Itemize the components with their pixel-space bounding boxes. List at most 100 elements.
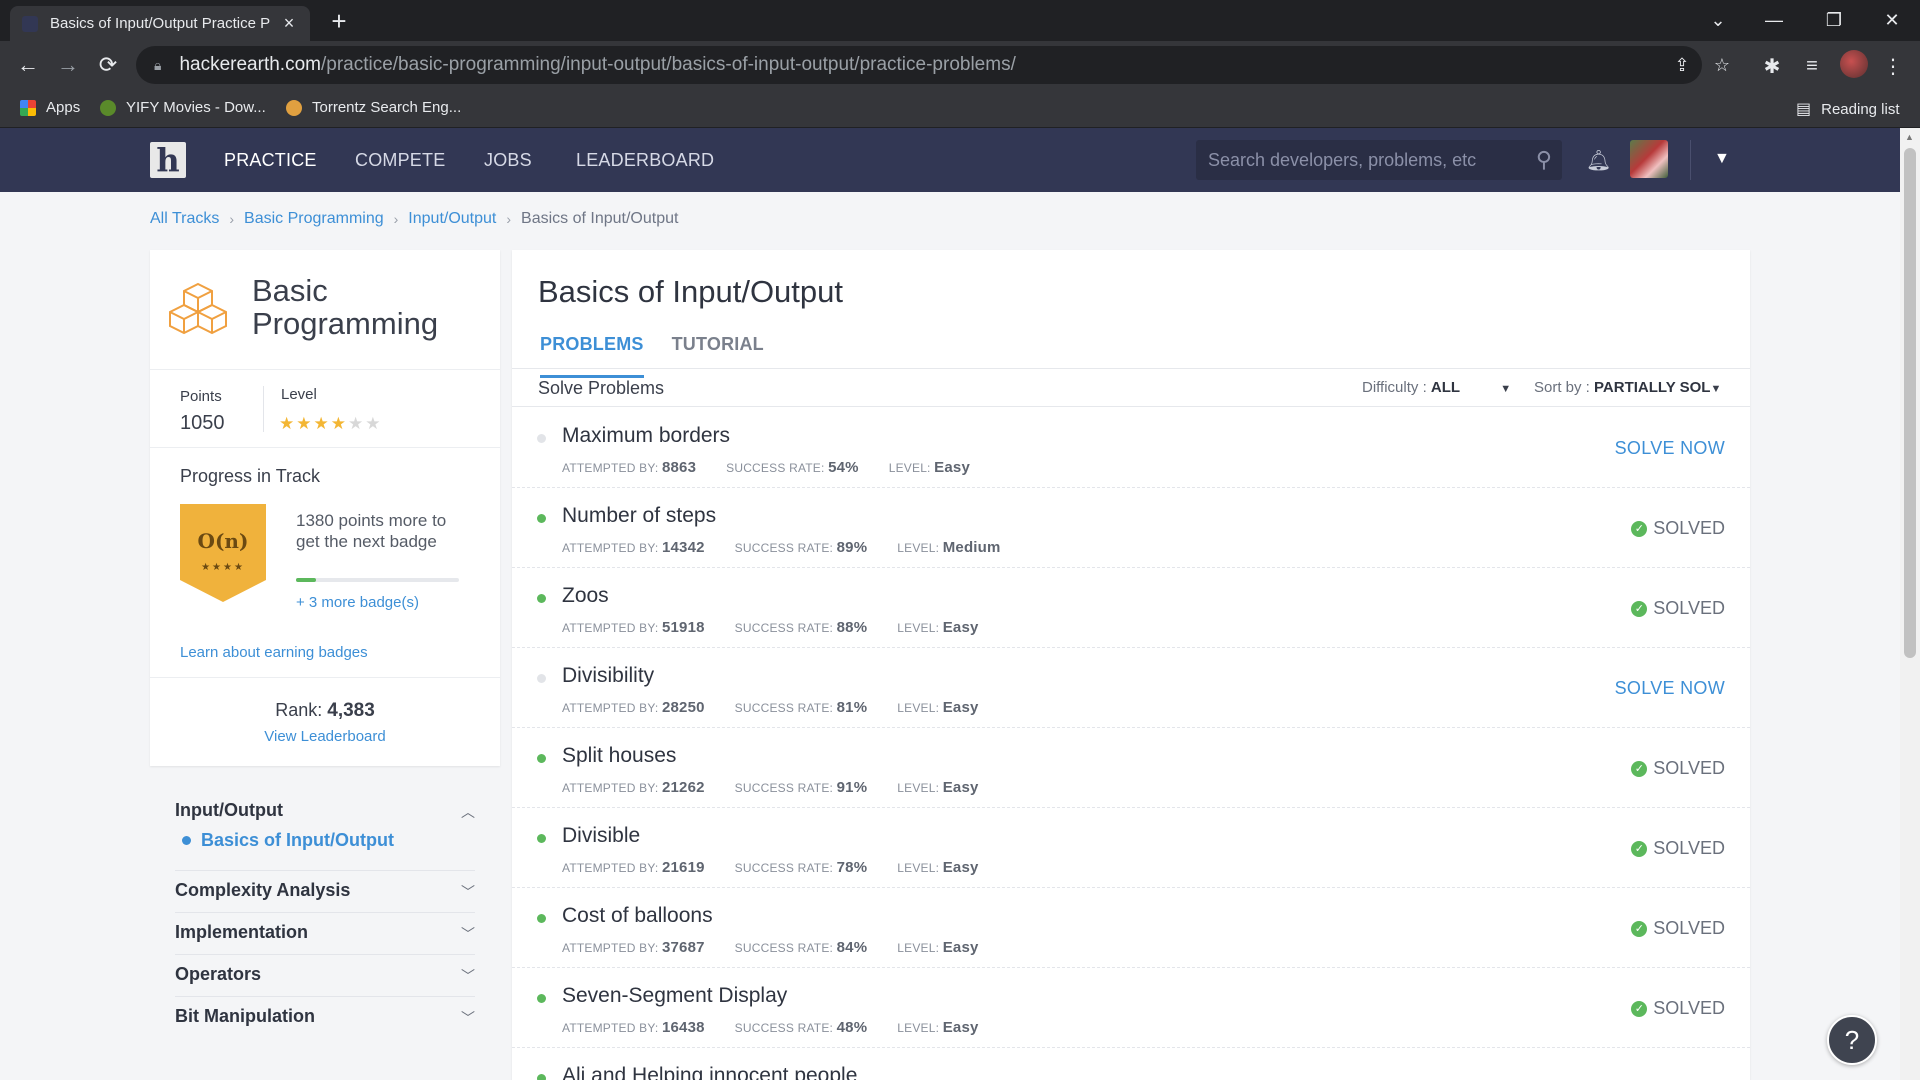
nav-leaderboard[interactable]: LEADERBOARD bbox=[576, 150, 714, 171]
problem-title[interactable]: Cost of balloons bbox=[562, 904, 713, 928]
extensions-icon[interactable]: ✱ bbox=[1759, 53, 1785, 79]
problem-title[interactable]: Divisible bbox=[562, 824, 640, 848]
back-button[interactable]: ← bbox=[12, 49, 44, 81]
attempted-value: 28250 bbox=[661, 699, 705, 716]
restore-button[interactable]: ❐ bbox=[1806, 0, 1862, 41]
solve-now-button[interactable]: SOLVE NOW bbox=[1615, 678, 1725, 699]
rank-text: Rank: 4,383 bbox=[150, 700, 500, 722]
problem-row[interactable]: Seven-Segment Display ATTEMPTED BY: 16438… bbox=[512, 968, 1750, 1048]
bookmark-yify[interactable]: YIFY Movies - Dow... bbox=[100, 99, 266, 116]
success-value: 48% bbox=[836, 1019, 868, 1036]
progress-title: Progress in Track bbox=[180, 466, 321, 486]
status-dot-icon bbox=[537, 1074, 546, 1080]
chevron-down-icon[interactable]: ﹀ bbox=[461, 966, 475, 986]
problem-title[interactable]: Number of steps bbox=[562, 504, 716, 528]
attempted-label: ATTEMPTED BY: bbox=[562, 781, 659, 795]
close-tab-icon[interactable]: × bbox=[280, 13, 298, 34]
badge-progress-fill bbox=[296, 578, 316, 582]
problem-row[interactable]: Divisible ATTEMPTED BY: 21619 SUCCESS RATE… bbox=[512, 808, 1750, 888]
topic-operators[interactable]: Operators ﹀ bbox=[175, 964, 475, 985]
scroll-up-arrow-icon[interactable]: ▲ bbox=[1905, 132, 1914, 142]
browser-menu-icon[interactable]: ⋮ bbox=[1880, 53, 1906, 79]
difficulty-dropdown[interactable]: Difficulty : ALL ▼ bbox=[1362, 379, 1511, 396]
level-label: LEVEL: bbox=[897, 621, 940, 635]
solved-status: ✓ SOLVED bbox=[1631, 998, 1725, 1019]
subtopic-basics-io[interactable]: Basics of Input/Output bbox=[182, 830, 394, 851]
level-group: LEVEL: Easy bbox=[889, 459, 970, 476]
view-leaderboard-link[interactable]: View Leaderboard bbox=[150, 728, 500, 745]
problem-row[interactable]: Divisibility ATTEMPTED BY: 28250 SUCCESS R… bbox=[512, 648, 1750, 728]
problem-row[interactable]: Number of steps ATTEMPTED BY: 14342 SUCCES… bbox=[512, 488, 1750, 568]
bookmark-star-icon[interactable]: ☆ bbox=[1710, 55, 1734, 76]
problem-title[interactable]: Zoos bbox=[562, 584, 609, 608]
forward-button[interactable]: → bbox=[52, 49, 84, 81]
bookmark-torrentz[interactable]: Torrentz Search Eng... bbox=[286, 99, 461, 116]
page-scrollbar[interactable]: ▲ bbox=[1900, 128, 1920, 1080]
problem-row[interactable]: Zoos ATTEMPTED BY: 51918 SUCCESS RATE: 88%… bbox=[512, 568, 1750, 648]
problem-title[interactable]: Divisibility bbox=[562, 664, 654, 688]
help-button[interactable]: ? bbox=[1827, 1015, 1877, 1065]
topic-divider bbox=[175, 912, 475, 913]
notification-bell-icon[interactable]: 🔔︎ bbox=[1586, 148, 1611, 173]
topic-label: Bit Manipulation bbox=[175, 1006, 315, 1026]
user-avatar[interactable] bbox=[1630, 140, 1668, 178]
problem-title[interactable]: Ali and Helping innocent people bbox=[562, 1064, 857, 1080]
share-icon[interactable]: ⇪ bbox=[1670, 55, 1694, 76]
search-icon[interactable]: ⚲ bbox=[1536, 147, 1552, 173]
solve-problems-label: Solve Problems bbox=[538, 378, 665, 398]
chevron-down-icon[interactable]: ﹀ bbox=[461, 882, 475, 902]
topic-input-output[interactable]: Input/Output ︿ bbox=[175, 800, 475, 821]
more-badges-link[interactable]: + 3 more badge(s) bbox=[296, 594, 419, 611]
star-empty-icon: ★ bbox=[348, 414, 366, 433]
breadcrumb-input-output[interactable]: Input/Output bbox=[408, 210, 496, 228]
browser-tab[interactable]: Basics of Input/Output Practice P × bbox=[10, 6, 310, 41]
learn-badges-link[interactable]: Learn about earning badges bbox=[180, 644, 368, 661]
hackerearth-logo[interactable]: h bbox=[150, 142, 186, 178]
topic-complexity-analysis[interactable]: Complexity Analysis ﹀ bbox=[175, 880, 475, 901]
sort-dropdown[interactable]: Sort by : PARTIALLY SOL▼ bbox=[1534, 379, 1721, 396]
problem-title[interactable]: Seven-Segment Display bbox=[562, 984, 787, 1008]
scrollbar-thumb[interactable] bbox=[1904, 148, 1916, 658]
tab-search-chevron-icon[interactable]: ⌄ bbox=[1690, 0, 1746, 41]
breadcrumb-basic-programming[interactable]: Basic Programming bbox=[244, 210, 384, 228]
attempted-value: 51918 bbox=[661, 619, 705, 636]
level-value: Easy bbox=[942, 619, 979, 636]
level-group: LEVEL: Easy bbox=[897, 699, 978, 716]
status-dot-icon bbox=[537, 754, 546, 763]
problem-title[interactable]: Split houses bbox=[562, 744, 676, 768]
status-dot-icon bbox=[537, 994, 546, 1003]
breadcrumb-all-tracks[interactable]: All Tracks bbox=[150, 210, 219, 228]
level-group: LEVEL: Easy bbox=[897, 939, 978, 956]
chevron-down-icon[interactable]: ﹀ bbox=[461, 924, 475, 944]
user-menu-caret-icon[interactable]: ▼ bbox=[1714, 150, 1730, 168]
problem-row[interactable]: Ali and Helping innocent people bbox=[512, 1048, 1750, 1080]
chevron-down-icon[interactable]: ﹀ bbox=[461, 1008, 475, 1028]
minimize-button[interactable]: — bbox=[1746, 0, 1802, 41]
reading-list-button[interactable]: ▤ Reading list bbox=[1796, 99, 1900, 119]
problem-row[interactable]: Maximum borders ATTEMPTED BY: 8863 SUCCESS… bbox=[512, 408, 1750, 488]
site-search-input[interactable]: Search developers, problems, etc ⚲ bbox=[1196, 140, 1562, 180]
reload-button[interactable]: ⟳ bbox=[92, 49, 124, 81]
address-bar[interactable]: 🔒︎ hackerearth.com/practice/basic-progra… bbox=[136, 46, 1702, 84]
media-control-icon[interactable]: ≡ bbox=[1799, 53, 1825, 79]
problem-row[interactable]: Cost of balloons ATTEMPTED BY: 37687 SUCCE… bbox=[512, 888, 1750, 968]
window-close-button[interactable]: ✕ bbox=[1864, 0, 1920, 41]
nav-practice[interactable]: PRACTICE bbox=[224, 150, 317, 171]
chevron-up-icon[interactable]: ︿ bbox=[461, 802, 475, 822]
problem-title[interactable]: Maximum borders bbox=[562, 424, 730, 448]
nav-compete[interactable]: COMPETE bbox=[355, 150, 445, 171]
problem-row[interactable]: Split houses ATTEMPTED BY: 21262 SUCCESS R… bbox=[512, 728, 1750, 808]
topic-implementation[interactable]: Implementation ﹀ bbox=[175, 922, 475, 943]
attempted-group: ATTEMPTED BY: 14342 bbox=[562, 539, 705, 556]
solve-now-button[interactable]: SOLVE NOW bbox=[1615, 438, 1725, 459]
bookmark-apps[interactable]: Apps bbox=[20, 99, 80, 116]
browser-profile-avatar[interactable] bbox=[1840, 50, 1868, 78]
nav-jobs[interactable]: JOBS bbox=[484, 150, 532, 171]
url-path: /practice/basic-programming/input-output… bbox=[320, 54, 1016, 75]
topic-bit-manipulation[interactable]: Bit Manipulation ﹀ bbox=[175, 1006, 475, 1027]
new-tab-button[interactable]: + bbox=[324, 6, 354, 36]
solved-status: ✓ SOLVED bbox=[1631, 518, 1725, 539]
success-group: SUCCESS RATE: 89% bbox=[735, 539, 868, 556]
lock-icon: 🔒︎ bbox=[154, 56, 162, 73]
attempted-label: ATTEMPTED BY: bbox=[562, 461, 659, 475]
